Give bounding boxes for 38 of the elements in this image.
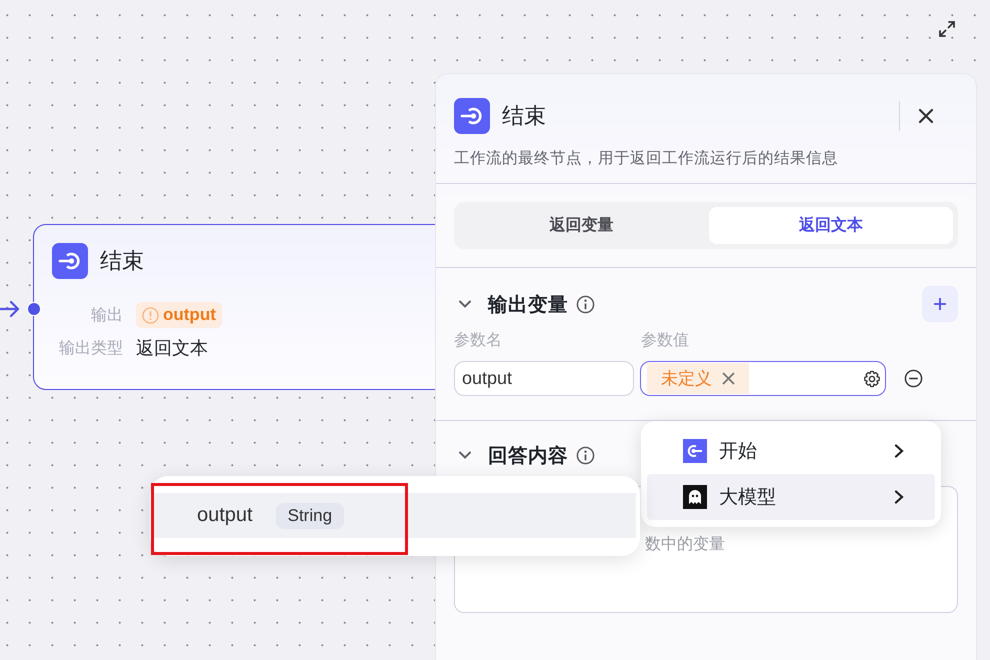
panel-node-icon — [454, 98, 490, 134]
connector-port[interactable] — [27, 302, 41, 316]
type-tag: String — [276, 502, 344, 528]
node-title: 结束 — [100, 247, 144, 275]
param-name-field[interactable]: output — [454, 361, 634, 396]
variable-tag: output — [136, 302, 222, 328]
expand-icon[interactable] — [938, 20, 956, 38]
close-icon[interactable] — [918, 108, 934, 124]
plus-icon — [933, 297, 947, 311]
settings-icon[interactable] — [863, 370, 881, 388]
panel-description: 工作流的最终节点，用于返回工作流运行后的结果信息 — [453, 149, 839, 169]
node-field-value: 返回文本 — [136, 337, 208, 360]
remove-row-icon[interactable] — [904, 369, 923, 388]
variable-option[interactable]: output String — [152, 493, 636, 538]
info-icon[interactable] — [576, 446, 595, 464]
panel-title: 结束 — [502, 102, 547, 130]
add-button[interactable] — [922, 286, 958, 322]
menu-item[interactable]: 大模型 — [647, 474, 935, 520]
tab[interactable]: 返回文本 — [708, 207, 953, 244]
node-field-label: 输出类型 — [59, 338, 123, 358]
info-icon[interactable] — [576, 294, 595, 314]
node-icon — [683, 439, 707, 463]
section-title: 回答内容 — [488, 444, 568, 468]
value-tag: 未定义 — [647, 363, 749, 394]
column-label: 参数名 — [454, 330, 503, 351]
end-node-icon — [52, 243, 88, 279]
node-field-label: 输出 — [91, 306, 123, 326]
placeholder-text: 数中的变量 — [645, 536, 725, 553]
ghost-icon — [683, 485, 707, 509]
menu-item[interactable]: 开始 — [647, 428, 935, 474]
warning-icon — [142, 306, 159, 324]
end-node[interactable]: 结束 输出 output 输出类型 返回文本 — [33, 224, 436, 390]
chevron-right-icon — [893, 444, 905, 458]
chevron-right-icon — [893, 490, 905, 504]
section-title: 输出变量 — [488, 292, 568, 318]
tab[interactable]: 返回变量 — [459, 207, 704, 244]
column-label: 参数值 — [641, 330, 690, 351]
remove-icon[interactable] — [722, 372, 735, 385]
